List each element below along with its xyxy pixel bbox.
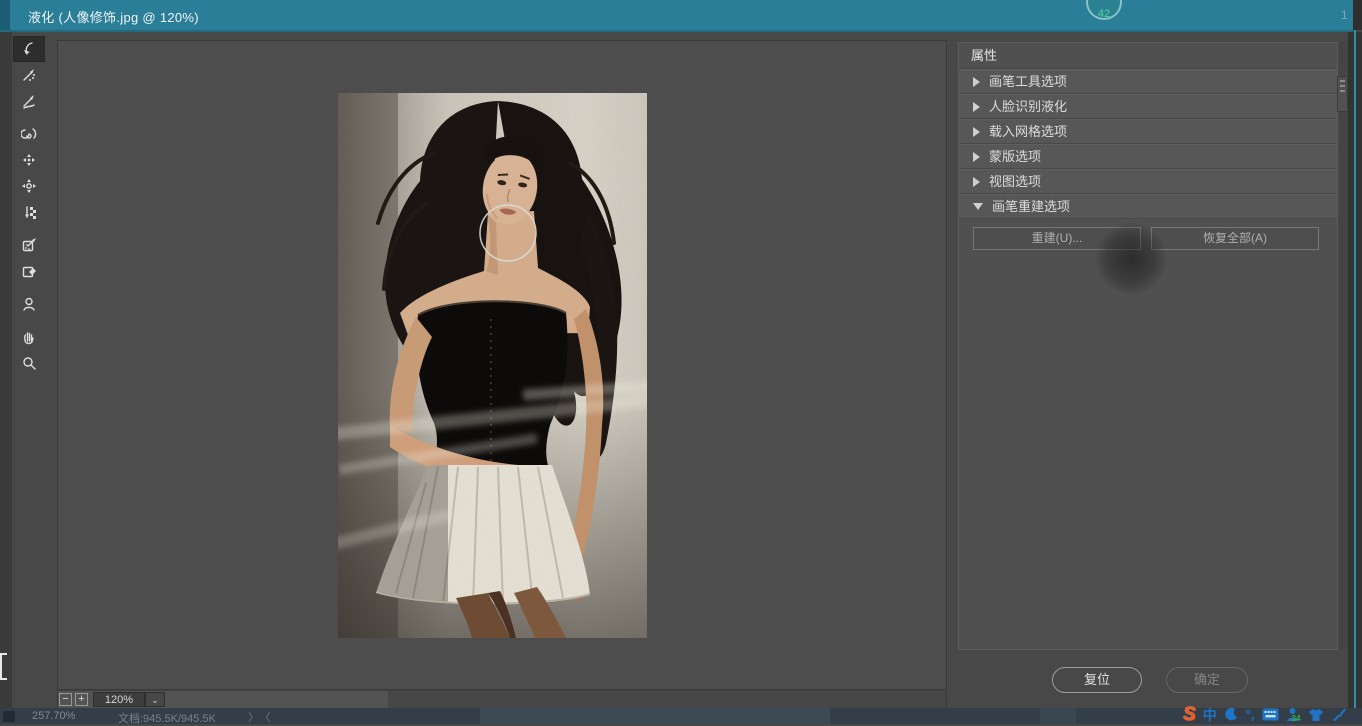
tool-twirl-clockwise[interactable] xyxy=(13,121,45,147)
reset-button[interactable]: 复位 xyxy=(1052,667,1142,693)
zoom-out-button[interactable]: − xyxy=(59,693,72,706)
magnifier-icon xyxy=(21,355,37,371)
tool-freeze-mask[interactable] xyxy=(13,232,45,258)
section-label: 视图选项 xyxy=(989,169,1041,194)
dialog-title: 液化 (人像修饰.jpg @ 120%) xyxy=(28,7,199,26)
tool-pucker[interactable] xyxy=(13,147,45,173)
triangle-right-icon xyxy=(973,152,980,162)
pucker-icon xyxy=(21,152,37,168)
teal-edge-line xyxy=(1354,30,1356,724)
sogou-logo-icon[interactable]: S xyxy=(1183,705,1196,724)
left-edge-strip xyxy=(0,32,12,708)
status-popup-arrows[interactable]: 〉〈 xyxy=(248,709,277,725)
tool-forward-warp[interactable] xyxy=(13,36,45,62)
tool-hand[interactable] xyxy=(13,324,45,350)
settings-wrench-icon[interactable] xyxy=(1331,707,1346,722)
status-chip-icon xyxy=(3,711,15,722)
dialog-title-bar[interactable] xyxy=(0,0,1353,30)
titlebar-shadow xyxy=(0,30,1353,32)
section-label: 蒙版选项 xyxy=(989,144,1041,169)
ok-button[interactable]: 确定 xyxy=(1166,667,1248,693)
tool-reconstruct[interactable] xyxy=(13,62,45,88)
section-mask-options[interactable]: 蒙版选项 xyxy=(959,144,1337,169)
tool-face[interactable] xyxy=(13,291,45,317)
section-brush-reconstruct-options[interactable]: 画笔重建选项 xyxy=(959,194,1337,219)
twirl-spiral-icon xyxy=(21,126,37,142)
document-zoom-readout: 257.70% xyxy=(32,710,75,722)
tool-bloat[interactable] xyxy=(13,173,45,199)
face-person-icon xyxy=(21,296,37,312)
ime-toolbar: S 中 °, 34 xyxy=(1183,705,1346,724)
titlebar-corner xyxy=(1353,0,1362,30)
bloat-icon xyxy=(21,178,37,194)
tool-thaw-mask[interactable] xyxy=(13,258,45,284)
section-face-aware-liquify[interactable]: 人脸识别液化 xyxy=(959,94,1337,119)
chinese-mode-icon[interactable]: 中 xyxy=(1203,705,1217,725)
panel-menu-icon[interactable] xyxy=(1337,76,1348,112)
restore-all-button[interactable]: 恢复全部(A) xyxy=(1151,227,1319,250)
panel-scrollbar-track[interactable] xyxy=(1338,42,1348,650)
section-view-options[interactable]: 视图选项 xyxy=(959,169,1337,194)
tool-push-left[interactable] xyxy=(13,199,45,225)
triangle-right-icon xyxy=(973,177,980,187)
triangle-right-icon xyxy=(973,77,980,87)
soft-keyboard-icon[interactable] xyxy=(1262,708,1279,721)
status-bar-segment xyxy=(480,708,830,724)
section-label: 载入网格选项 xyxy=(989,119,1067,144)
status-bar-segment-2 xyxy=(1040,708,1076,724)
punctuation-mode-icon[interactable]: °, xyxy=(1246,707,1255,722)
thaw-mask-icon xyxy=(21,263,37,279)
half-full-width-moon-icon[interactable] xyxy=(1224,707,1239,722)
zoom-dropdown-button[interactable]: ⌄ xyxy=(145,692,165,707)
forward-warp-icon xyxy=(21,41,37,57)
cursor-shadow-artifact xyxy=(1094,222,1168,296)
properties-panel: 属性 画笔工具选项 人脸识别液化 载入网格选项 蒙版选项 视图选项 画笔重建选项… xyxy=(958,42,1338,650)
corner-watermark: 1 xyxy=(1341,8,1348,22)
section-label: 画笔重建选项 xyxy=(992,194,1070,219)
freeze-mask-icon xyxy=(21,237,37,253)
section-label: 画笔工具选项 xyxy=(989,69,1067,94)
tool-smooth[interactable] xyxy=(13,88,45,114)
tool-zoom[interactable] xyxy=(13,350,45,376)
zoom-level-field[interactable]: 120% xyxy=(93,692,145,707)
section-brush-tool-options[interactable]: 画笔工具选项 xyxy=(959,69,1337,94)
clipped-panel-bracket xyxy=(0,653,7,680)
properties-panel-title: 属性 xyxy=(959,43,1337,69)
section-label: 人脸识别液化 xyxy=(989,94,1067,119)
portrait-photo[interactable] xyxy=(338,93,647,638)
zoom-in-button[interactable]: + xyxy=(75,693,88,706)
portrait-photo-image xyxy=(338,93,647,638)
triangle-right-icon xyxy=(973,127,980,137)
hand-icon xyxy=(21,329,37,345)
section-load-mesh-options[interactable]: 载入网格选项 xyxy=(959,119,1337,144)
triangle-right-icon xyxy=(973,102,980,112)
smooth-brush-icon xyxy=(21,93,37,109)
skin-shirt-icon[interactable] xyxy=(1308,708,1324,722)
liquify-toolbar xyxy=(13,36,47,376)
push-left-icon xyxy=(21,204,37,220)
login-person-icon[interactable]: 34 xyxy=(1286,707,1301,722)
reconstruct-brush-icon xyxy=(21,67,37,83)
titlebar-notch xyxy=(0,0,10,30)
triangle-down-icon xyxy=(973,203,983,210)
login-badge: 34 xyxy=(1292,714,1301,723)
